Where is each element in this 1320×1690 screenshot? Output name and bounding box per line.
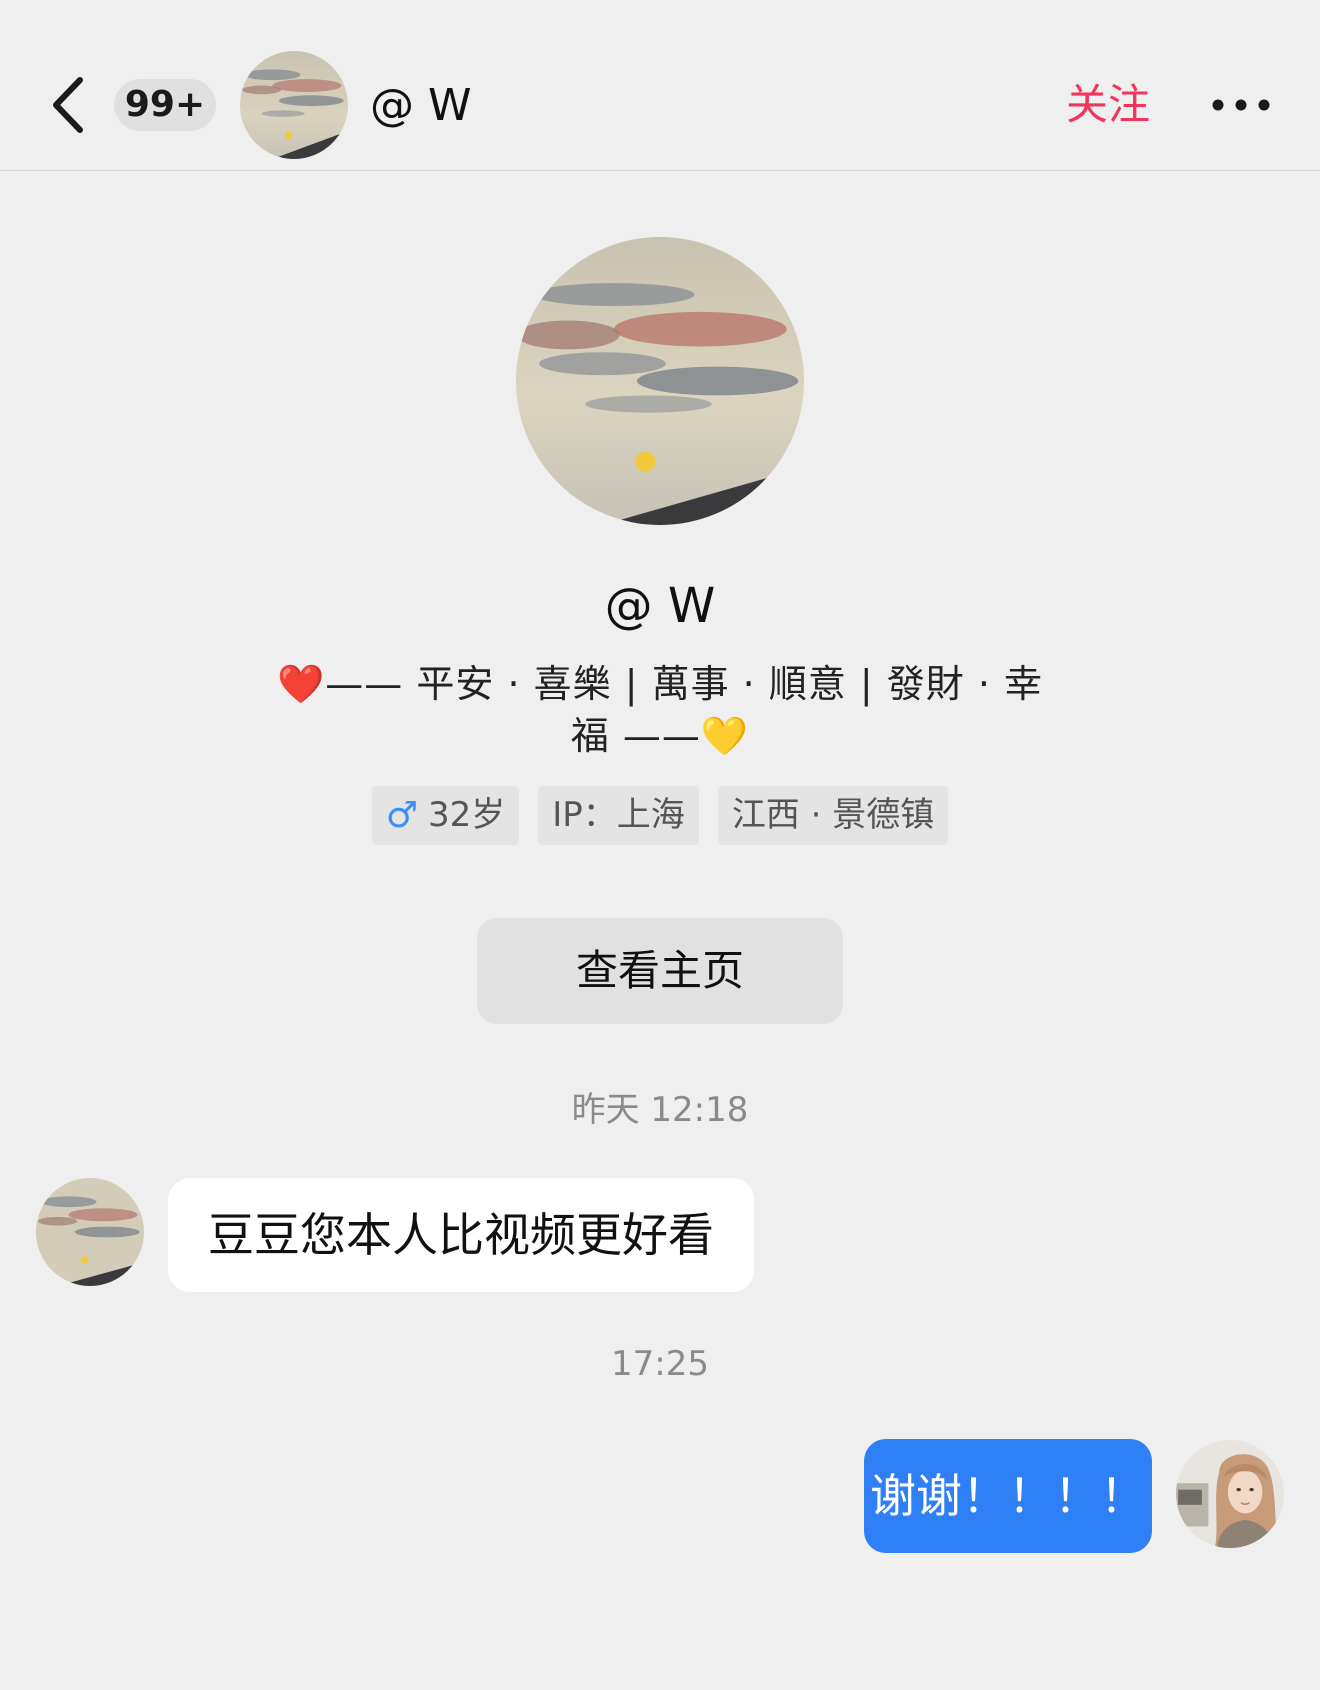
chevron-left-icon xyxy=(53,77,83,133)
sender-avatar[interactable] xyxy=(36,1178,144,1286)
message-bubble-received[interactable]: 豆豆您本人比视频更好看 xyxy=(168,1178,754,1292)
follow-button[interactable]: 关注 xyxy=(1066,75,1150,135)
age-tag: ♂ 32岁 xyxy=(371,786,520,845)
sunset-avatar-image xyxy=(240,51,348,159)
ip-tag: IP：上海 xyxy=(538,786,699,845)
profile-bio: ❤️—— 平安 · 喜樂 | 萬事 · 順意 | 發財 · 幸 福 ——💛 xyxy=(260,658,1060,762)
bio-line-2: 福 ——💛 xyxy=(570,714,750,758)
bio-line-1: ❤️—— 平安 · 喜樂 | 萬事 · 順意 | 發財 · 幸 xyxy=(276,662,1044,706)
location-text: 江西 · 景德镇 xyxy=(731,795,935,835)
view-homepage-button[interactable]: 查看主页 xyxy=(477,918,843,1024)
profile-tags: ♂ 32岁 IP：上海 江西 · 景德镇 xyxy=(0,786,1320,845)
unread-count-badge: 99+ xyxy=(114,79,216,131)
male-icon: ♂ xyxy=(385,795,419,836)
location-tag: 江西 · 景德镇 xyxy=(717,786,949,845)
portrait-avatar-image xyxy=(1176,1440,1284,1548)
age-text: 32岁 xyxy=(428,795,506,835)
contact-avatar[interactable] xyxy=(240,51,348,159)
contact-name: @ W xyxy=(370,80,472,131)
message-bubble-sent[interactable]: 谢谢！！！！ xyxy=(864,1439,1152,1553)
profile-name: @ W xyxy=(604,578,716,634)
self-avatar[interactable] xyxy=(1176,1440,1284,1548)
message-timestamp: 17:25 xyxy=(611,1344,709,1384)
sunset-avatar-image xyxy=(516,237,804,525)
more-horizontal-icon xyxy=(1212,99,1270,111)
profile-avatar[interactable] xyxy=(516,237,804,525)
ip-text: IP：上海 xyxy=(552,795,685,835)
message-timestamp: 昨天 12:18 xyxy=(571,1090,749,1130)
chat-header: 99+ @ W 关注 xyxy=(0,0,1320,171)
back-button[interactable] xyxy=(40,60,100,150)
sunset-avatar-image xyxy=(36,1178,144,1286)
more-button[interactable] xyxy=(1206,82,1276,128)
